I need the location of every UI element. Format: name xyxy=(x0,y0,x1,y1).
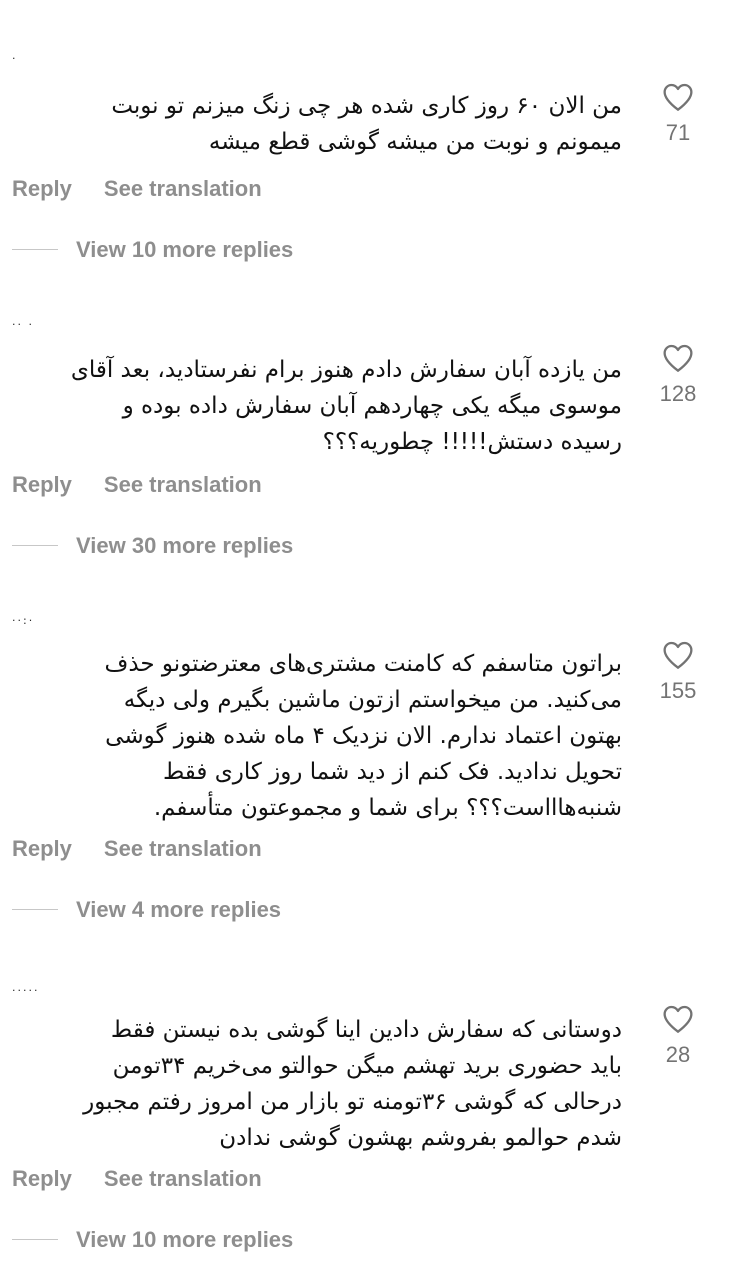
comment-text-line: من یازده آبان سفارش دادم هنوز برام نفرست… xyxy=(70,357,622,383)
replies-divider xyxy=(12,1238,58,1240)
comment-text-line: بهتون اعتماد ندارم. الان نزدیک ۴ ماه شده… xyxy=(105,723,622,749)
heart-outline-icon xyxy=(663,83,693,111)
comment-text: من یازده آبان سفارش دادم هنوز برام نفرست… xyxy=(12,352,622,460)
comment-text: من الان ۶۰ روز کاری شده هر چی زنگ میزنم … xyxy=(12,88,622,160)
reply-button[interactable]: Reply xyxy=(12,836,72,861)
view-replies-label: View 10 more replies xyxy=(76,1227,294,1252)
like-button[interactable]: 28 xyxy=(638,1004,718,1068)
comment-username[interactable]: ··:· xyxy=(12,614,34,628)
comment-text-line: رسیده دستش!!!!! چطوریه؟؟؟ xyxy=(322,429,622,455)
like-button[interactable]: 128 xyxy=(638,343,718,407)
comment-text-line: موسوی میگه یکی چهاردهم آبان سفارش داده ب… xyxy=(122,393,622,419)
comment-actions: Reply See translation xyxy=(12,472,262,498)
reply-button[interactable]: Reply xyxy=(12,176,72,201)
view-replies-button[interactable]: View 4 more replies xyxy=(12,897,281,923)
see-translation-button[interactable]: See translation xyxy=(104,836,262,861)
replies-divider xyxy=(12,544,58,546)
like-button[interactable]: 155 xyxy=(638,640,718,704)
comment-text: براتون متاسفم که کامنت مشتری‌های معترضتو… xyxy=(12,646,622,826)
replies-divider xyxy=(12,248,58,250)
comment-text-line: تحویل ندادید. فک کنم از دید شما روز کاری… xyxy=(162,759,622,785)
comment-text-line: میمونم و نوبت من میشه گوشی قطع میشه xyxy=(208,129,622,155)
comment-text-line: براتون متاسفم که کامنت مشتری‌های معترضتو… xyxy=(104,651,622,677)
heart-outline-icon xyxy=(663,641,693,669)
see-translation-button[interactable]: See translation xyxy=(104,1166,262,1191)
like-count: 128 xyxy=(659,381,697,406)
view-replies-button[interactable]: View 30 more replies xyxy=(12,533,293,559)
comment-text-line: شنبه‌هاااست؟؟؟ برای شما و مجموعتون متأسف… xyxy=(153,795,622,821)
comment-username[interactable]: · xyxy=(12,52,18,66)
comment-text: دوستانی که سفارش دادین اینا گوشی بده نیس… xyxy=(12,1012,622,1156)
like-count: 28 xyxy=(665,1042,691,1067)
comment-text-line: درحالی که گوشی ۳۶تومنه تو بازار من امروز… xyxy=(83,1089,622,1115)
view-replies-label: View 4 more replies xyxy=(76,897,282,922)
comment-text-line: دوستانی که سفارش دادین اینا گوشی بده نیس… xyxy=(110,1017,622,1043)
comment-text-line: شدم حوالمو بفروشم بهشون گوشی ندادن xyxy=(219,1125,622,1151)
comment-text-line: باید حضوری برید تهشم میگن حوالتو می‌خریم… xyxy=(112,1053,622,1079)
comment-text-line: می‌کنید. من میخواستم ازتون ماشین بگیرم و… xyxy=(123,687,622,713)
comment-text-line: من الان ۶۰ روز کاری شده هر چی زنگ میزنم … xyxy=(111,93,622,119)
reply-button[interactable]: Reply xyxy=(12,1166,72,1191)
see-translation-button[interactable]: See translation xyxy=(104,176,262,201)
view-replies-button[interactable]: View 10 more replies xyxy=(12,237,293,263)
view-replies-button[interactable]: View 10 more replies xyxy=(12,1227,293,1253)
like-button[interactable]: 71 xyxy=(638,82,718,146)
like-count: 155 xyxy=(659,678,697,703)
reply-button[interactable]: Reply xyxy=(12,472,72,497)
view-replies-label: View 30 more replies xyxy=(76,533,294,558)
comment-actions: Reply See translation xyxy=(12,176,262,202)
like-count: 71 xyxy=(665,120,691,145)
see-translation-button[interactable]: See translation xyxy=(104,472,262,497)
view-replies-label: View 10 more replies xyxy=(76,237,294,262)
comment-actions: Reply See translation xyxy=(12,836,262,862)
heart-outline-icon xyxy=(663,344,693,372)
replies-divider xyxy=(12,908,58,910)
comment-username[interactable]: ····· xyxy=(12,984,39,998)
comment-actions: Reply See translation xyxy=(12,1166,262,1192)
heart-outline-icon xyxy=(663,1005,693,1033)
comment-username[interactable]: ·· · xyxy=(12,318,34,332)
